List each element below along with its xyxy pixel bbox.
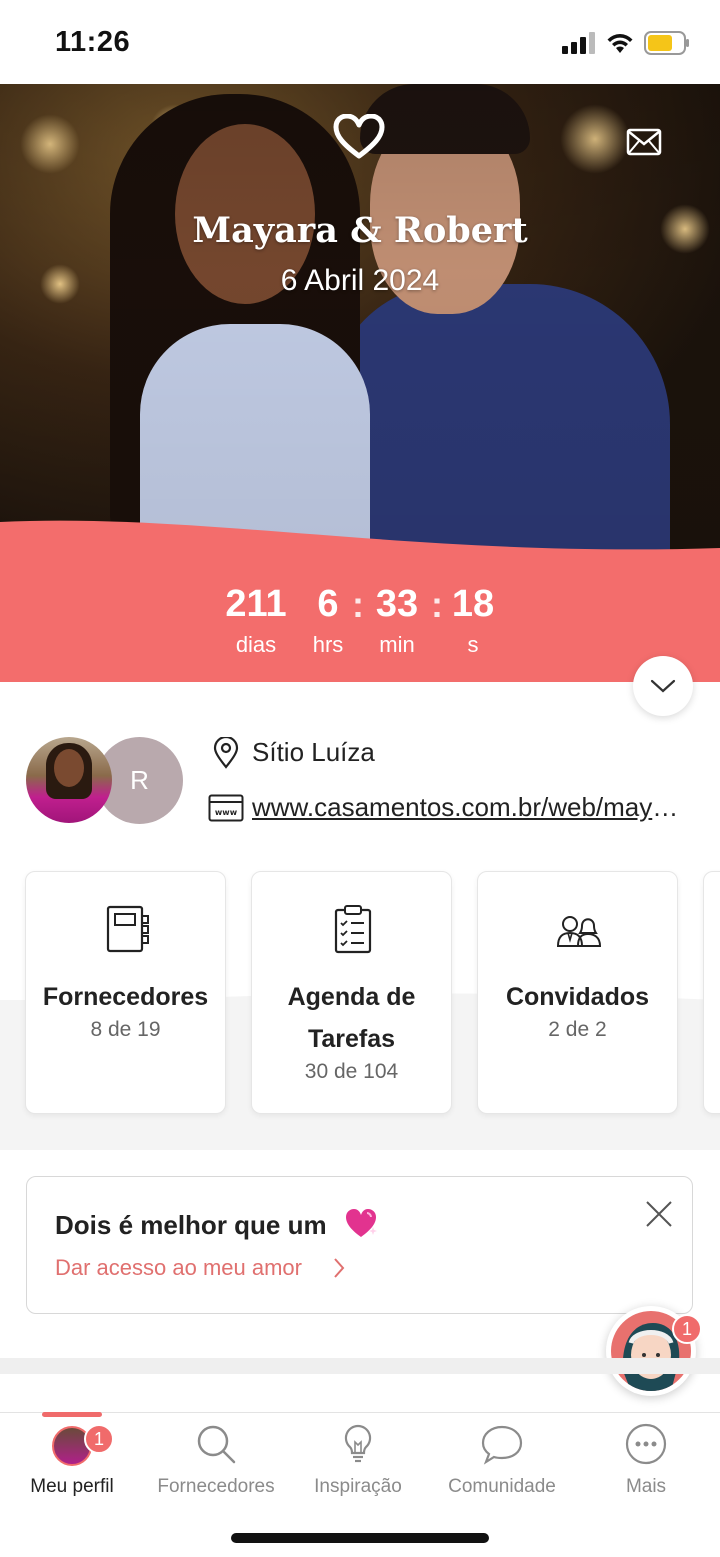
share-access-link[interactable]: Dar acesso ao meu amor [55,1255,302,1281]
tab-label: Fornecedores [157,1476,275,1497]
countdown-minutes-value: 33 [375,583,419,625]
notebook-icon [106,905,149,953]
tab-inspiration[interactable]: Inspiração [286,1422,430,1498]
card-title: Agenda de Tarefas [287,983,416,1053]
countdown-days: 211 dias [220,582,292,658]
countdown-hours-value: 6 [317,583,339,625]
profile-badge: 1 [84,1424,114,1454]
checklist-icon [334,905,372,954]
chevron-right-icon [334,1258,345,1278]
countdown-separator: : [431,584,443,625]
status-time: 11:26 [55,26,131,58]
signal-icon [562,32,595,54]
card-title: Convidados [505,983,650,1011]
share-access-banner: Dois é melhor que um Dar acesso ao meu a… [26,1176,693,1314]
countdown-seconds-value: 18 [451,583,495,625]
card-count: 30 de 104 [304,1060,399,1083]
section-divider [0,1358,720,1374]
countdown-days-label: dias [235,632,277,657]
lightbulb-icon [344,1424,372,1463]
tab-suppliers[interactable]: Fornecedores [144,1422,288,1498]
countdown-hours-label: hrs [312,632,344,657]
battery-icon [644,31,689,55]
guests-icon [556,916,602,947]
wedding-date: 6 Abril 2024 [280,264,440,297]
expand-button[interactable] [633,656,693,716]
card-tasks[interactable]: Agenda de Tarefas 30 de 104 [251,871,452,1114]
search-icon [197,1425,236,1464]
card-next-peek[interactable] [703,871,720,1114]
website-link[interactable]: www.casamentos.com.br/web/mayara-e-rober… [252,792,692,823]
chat-bubble-icon [481,1425,523,1465]
website-icon: www [208,794,244,822]
countdown-days-value: 211 [225,583,287,625]
location-pin-icon [213,737,239,769]
wifi-icon [607,34,633,53]
countdown-seconds-label: s [467,632,479,657]
card-title: Fornecedores [42,983,209,1011]
tab-label: Inspiração [314,1476,402,1497]
countdown-row: 211 dias 6 hrs : 33 min : 18 s [0,582,720,662]
assistant-badge: 1 [672,1314,702,1344]
banner-title: Dois é melhor que um [55,1210,327,1240]
tab-label: Meu perfil [30,1476,114,1497]
venue-location[interactable]: Sítio Luíza [252,737,375,768]
countdown-minutes: 33 min [370,582,424,658]
tab-my-profile[interactable]: 1 Meu perfil [0,1422,144,1498]
tab-community[interactable]: Comunidade [430,1422,574,1498]
status-icons [562,30,690,56]
countdown-minutes-label: min [379,632,415,657]
couple-names: Mayara & Robert [192,210,528,251]
tab-label: Mais [625,1476,667,1497]
card-guests[interactable]: Convidados 2 de 2 [477,871,678,1114]
card-count: 8 de 19 [90,1018,161,1041]
active-tab-indicator [42,1412,102,1417]
sparkling-heart-icon [346,1209,377,1237]
status-bar: 11:26 [0,0,720,84]
card-count: 2 de 2 [548,1018,607,1041]
svg-text:www: www [215,808,238,817]
countdown-hours: 6 hrs [304,582,352,658]
card-suppliers[interactable]: Fornecedores 8 de 19 [25,871,226,1114]
chevron-down-icon [650,679,676,693]
tab-more[interactable]: Mais [574,1422,718,1498]
countdown-seconds: 18 s [448,582,498,658]
tab-label: Comunidade [448,1476,556,1497]
mail-icon[interactable] [626,128,662,156]
home-indicator [231,1533,489,1543]
countdown-separator: : [352,584,364,625]
close-icon[interactable] [644,1199,674,1229]
more-icon [625,1423,667,1465]
user-avatar[interactable] [26,737,112,823]
heart-icon [333,114,385,159]
